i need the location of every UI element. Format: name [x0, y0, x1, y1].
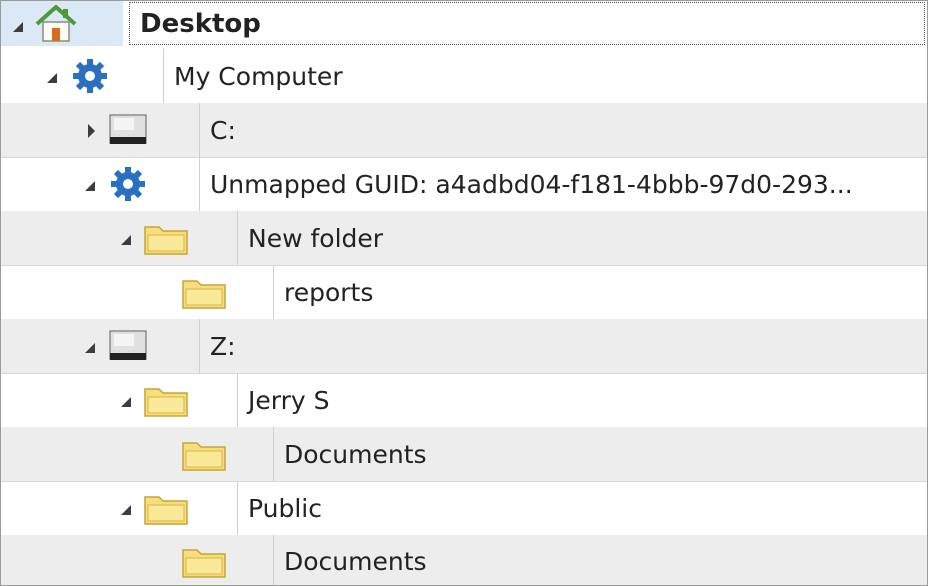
tree-node-jerry-s[interactable]: Jerry S [1, 373, 927, 428]
expand-arrow-icon[interactable] [121, 505, 131, 515]
node-label[interactable]: Desktop [129, 2, 925, 45]
tree-node-public[interactable]: Public [1, 481, 927, 536]
folder-icon [143, 491, 191, 531]
tree-node-unmapped-guid[interactable]: Unmapped GUID: a4adbd04-f181-4bbb-97d0-2… [1, 157, 927, 212]
gear-icon [71, 57, 109, 99]
gear-icon [109, 165, 147, 207]
folder-tree[interactable]: Desktop My Computer C: Unmapped GUID: a4… [0, 0, 928, 586]
home-icon [33, 4, 79, 48]
expand-arrow-icon[interactable] [85, 343, 95, 353]
tree-node-my-computer[interactable]: My Computer [1, 49, 927, 104]
expand-arrow-icon[interactable] [47, 73, 57, 83]
folder-icon [143, 221, 191, 261]
node-label[interactable]: Public [237, 481, 927, 535]
folder-icon [181, 544, 229, 584]
node-label[interactable]: Documents [273, 427, 927, 481]
tree-node-reports[interactable]: reports [1, 265, 927, 320]
folder-icon [181, 437, 229, 477]
node-label[interactable]: Jerry S [237, 373, 927, 427]
tree-node-new-folder[interactable]: New folder [1, 211, 927, 266]
drive-icon [107, 329, 153, 367]
tree-node-drive-c[interactable]: C: [1, 103, 927, 158]
folder-icon [181, 275, 229, 315]
node-label[interactable]: reports [273, 265, 927, 319]
expand-arrow-icon[interactable] [85, 181, 95, 191]
node-label[interactable]: C: [199, 103, 927, 157]
drive-icon [107, 113, 153, 151]
tree-node-drive-z[interactable]: Z: [1, 319, 927, 374]
node-label[interactable]: Unmapped GUID: a4adbd04-f181-4bbb-97d0-2… [199, 157, 927, 211]
node-label[interactable]: New folder [237, 211, 927, 265]
tree-node-jerry-documents[interactable]: Documents [1, 427, 927, 482]
node-label[interactable]: Documents [273, 535, 927, 585]
folder-icon [143, 383, 191, 423]
node-label[interactable]: My Computer [163, 49, 927, 103]
node-label[interactable]: Z: [199, 319, 927, 373]
expand-arrow-icon[interactable] [13, 22, 23, 32]
tree-node-desktop[interactable]: Desktop [1, 1, 927, 46]
expand-arrow-icon[interactable] [121, 397, 131, 407]
expand-arrow-icon[interactable] [121, 235, 131, 245]
collapse-arrow-icon[interactable] [88, 124, 95, 138]
tree-node-public-documents[interactable]: Documents [1, 535, 927, 585]
